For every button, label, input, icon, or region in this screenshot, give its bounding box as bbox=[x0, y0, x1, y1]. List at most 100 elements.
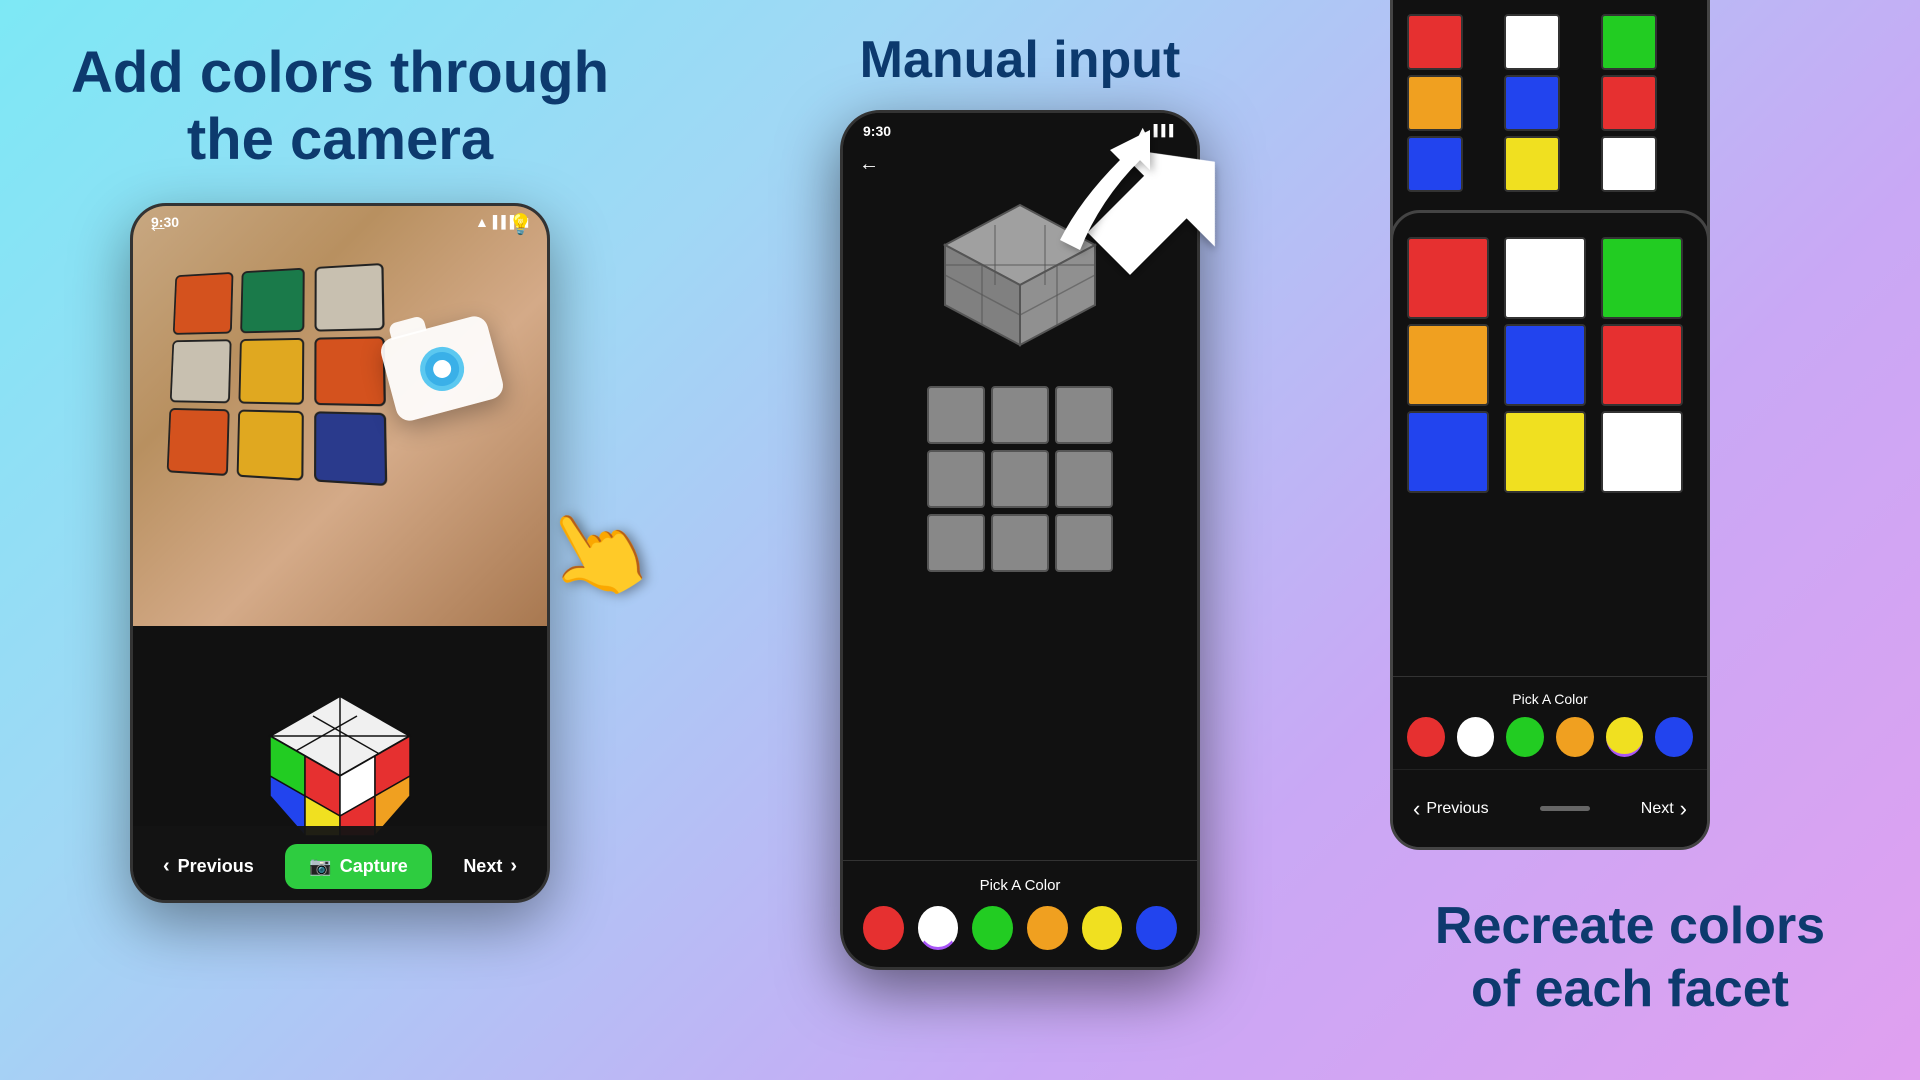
cube-cell-0 bbox=[173, 272, 234, 335]
face-cell-t2[interactable] bbox=[1601, 14, 1657, 70]
bottom-text-line2: of each facet bbox=[1471, 960, 1789, 1018]
color-dot-red-right[interactable] bbox=[1407, 717, 1445, 757]
camera-icon-btn: 📷 bbox=[309, 856, 331, 877]
next-btn-right[interactable]: Next › bbox=[1641, 796, 1687, 822]
color-dot-orange-right[interactable] bbox=[1556, 717, 1594, 757]
bottom-text-line1: Recreate colors bbox=[1435, 897, 1825, 955]
back-arrow-left[interactable]: ← bbox=[147, 212, 169, 238]
left-title-line2: the camera bbox=[187, 107, 493, 172]
chevron-right-icon-left: › bbox=[510, 855, 517, 878]
face-cell[interactable] bbox=[1055, 386, 1113, 444]
main-cell-0[interactable] bbox=[1407, 237, 1489, 319]
color-dot-red-middle[interactable] bbox=[863, 906, 904, 950]
cube-photo bbox=[163, 266, 403, 526]
camera-lens bbox=[415, 342, 469, 396]
left-title: Add colors through the camera bbox=[11, 40, 669, 173]
main-cell-6[interactable] bbox=[1407, 411, 1489, 493]
cube-cell-1 bbox=[240, 268, 305, 334]
color-dot-orange-middle[interactable] bbox=[1027, 906, 1068, 950]
cube-cell-4 bbox=[239, 338, 305, 405]
phone-left: 9:30 ▲ ▌▌▌ ▮ ← 💡 bbox=[130, 203, 550, 903]
home-indicator bbox=[1540, 806, 1590, 811]
next-label-right: Next bbox=[1641, 800, 1674, 818]
color-picker-middle: Pick A Color bbox=[843, 860, 1197, 966]
face-cell[interactable] bbox=[927, 514, 985, 572]
top-face-area bbox=[1393, 0, 1707, 192]
pick-a-color-label-right: Pick A Color bbox=[1407, 691, 1693, 707]
cube-face-grid-middle bbox=[927, 386, 1113, 572]
phone-right-main: Pick A Color ‹ Previous Next › bbox=[1390, 210, 1710, 850]
main-cell-3[interactable] bbox=[1407, 324, 1489, 406]
status-bar-left: 9:30 ▲ ▌▌▌ ▮ bbox=[133, 206, 547, 238]
prev-btn-right[interactable]: ‹ Previous bbox=[1413, 796, 1489, 822]
face-cell[interactable] bbox=[991, 386, 1049, 444]
face-grid-top bbox=[1407, 14, 1693, 192]
phone-middle-content bbox=[843, 180, 1197, 860]
chevron-right-icon-right: › bbox=[1680, 796, 1687, 822]
arrow-svg bbox=[1020, 100, 1240, 280]
face-grid-main bbox=[1407, 237, 1693, 493]
main-cell-2[interactable] bbox=[1601, 237, 1683, 319]
face-cell[interactable] bbox=[991, 514, 1049, 572]
face-cell[interactable] bbox=[1055, 450, 1113, 508]
face-cell-t1[interactable] bbox=[1504, 14, 1560, 70]
color-dots-row-middle bbox=[863, 906, 1177, 950]
chevron-left-icon-right: ‹ bbox=[1413, 796, 1420, 822]
color-dot-green-middle[interactable] bbox=[972, 906, 1013, 950]
color-dot-green-right[interactable] bbox=[1506, 717, 1544, 757]
cube-cell-2 bbox=[314, 263, 384, 332]
chevron-left-icon-left: ‹ bbox=[163, 855, 170, 878]
prev-btn-left[interactable]: ‹ Previous bbox=[143, 845, 274, 888]
color-picker-right: Pick A Color bbox=[1393, 676, 1707, 767]
left-title-line1: Add colors through bbox=[71, 40, 609, 105]
cube-cell-7 bbox=[237, 410, 304, 481]
face-grid-main-wrapper bbox=[1393, 213, 1707, 507]
wifi-icon-left: ▲ bbox=[475, 214, 489, 230]
main-cell-8[interactable] bbox=[1601, 411, 1683, 493]
next-btn-left[interactable]: Next › bbox=[443, 845, 537, 888]
main-cell-4[interactable] bbox=[1504, 324, 1586, 406]
face-cell-t3[interactable] bbox=[1407, 75, 1463, 131]
camera-lens-inner bbox=[431, 358, 453, 380]
pick-a-color-label-middle: Pick A Color bbox=[863, 877, 1177, 894]
face-cell[interactable] bbox=[1055, 514, 1113, 572]
cube-cell-5 bbox=[314, 337, 386, 407]
color-dot-blue-middle[interactable] bbox=[1136, 906, 1177, 950]
phone-nav-bar-left: ‹ Previous 📷 Capture Next › bbox=[133, 826, 547, 903]
camera-overlay bbox=[387, 326, 507, 426]
cube-cell-6 bbox=[167, 408, 230, 476]
phone-nav-right: ‹ Previous Next › bbox=[1393, 769, 1707, 847]
phone-bottom-dark: ‹ Previous 📷 Capture Next › bbox=[133, 626, 547, 903]
face-cell-t5[interactable] bbox=[1601, 75, 1657, 131]
color-dot-white-right[interactable] bbox=[1457, 717, 1495, 757]
face-cell-t0[interactable] bbox=[1407, 14, 1463, 70]
color-dots-row-right bbox=[1407, 717, 1693, 757]
prev-label-right: Previous bbox=[1426, 800, 1488, 818]
main-cell-1[interactable] bbox=[1504, 237, 1586, 319]
cube-cell-8 bbox=[314, 412, 387, 487]
capture-label: Capture bbox=[340, 856, 408, 877]
prev-label-left: Previous bbox=[178, 856, 254, 877]
main-cell-7[interactable] bbox=[1504, 411, 1586, 493]
face-cell[interactable] bbox=[927, 386, 985, 444]
color-dot-yellow-right[interactable] bbox=[1606, 717, 1644, 757]
color-dot-white-middle[interactable] bbox=[918, 906, 959, 950]
color-dot-yellow-middle[interactable] bbox=[1082, 906, 1123, 950]
capture-btn[interactable]: 📷 Capture bbox=[285, 844, 431, 889]
face-cell[interactable] bbox=[927, 450, 985, 508]
face-cell-t8[interactable] bbox=[1601, 136, 1657, 192]
colored-cube-3d-left bbox=[250, 686, 430, 846]
camera-shape bbox=[378, 314, 506, 425]
camera-view: 9:30 ▲ ▌▌▌ ▮ ← 💡 bbox=[133, 206, 547, 626]
time-middle: 9:30 bbox=[863, 123, 891, 139]
middle-title: Manual input bbox=[860, 30, 1181, 90]
main-cell-5[interactable] bbox=[1601, 324, 1683, 406]
cube-photo-grid bbox=[167, 263, 391, 487]
color-dot-blue-right[interactable] bbox=[1655, 717, 1693, 757]
big-arrow bbox=[1020, 100, 1240, 280]
face-cell-t4[interactable] bbox=[1504, 75, 1560, 131]
face-cell[interactable] bbox=[991, 450, 1049, 508]
face-cell-t6[interactable] bbox=[1407, 136, 1463, 192]
face-cell-t7[interactable] bbox=[1504, 136, 1560, 192]
bulb-icon-left: 💡 bbox=[508, 212, 533, 237]
